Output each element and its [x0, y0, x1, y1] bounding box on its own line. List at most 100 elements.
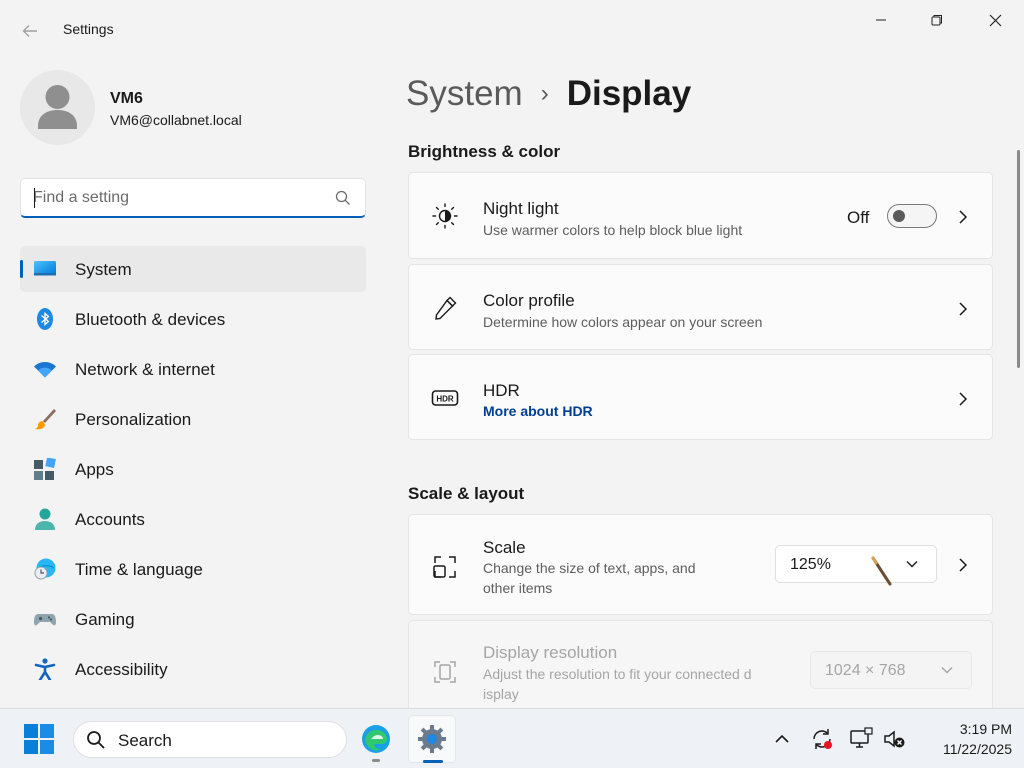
- sync-icon[interactable]: [810, 727, 834, 751]
- svg-text:HDR: HDR: [436, 395, 454, 404]
- night-light-state: Off: [847, 208, 870, 227]
- chevron-right-icon[interactable]: [956, 391, 970, 407]
- settings-search[interactable]: [20, 178, 366, 218]
- night-light-toggle[interactable]: [887, 204, 937, 228]
- close-button[interactable]: [972, 8, 1018, 32]
- scale-value: 125%: [790, 556, 831, 573]
- resolution-dropdown: 1024 × 768: [810, 651, 972, 689]
- taskbar-settings[interactable]: [408, 715, 456, 763]
- taskbar-clock[interactable]: 3:19 PM 11/22/2025: [912, 719, 1012, 759]
- chevron-right-icon[interactable]: [956, 557, 970, 573]
- paintbrush-icon: [35, 409, 56, 430]
- close-icon: [989, 14, 1001, 26]
- section-title-brightness: Brightness & color: [408, 142, 561, 161]
- chevron-up-icon[interactable]: [770, 727, 794, 751]
- hdr-title: HDR: [483, 381, 520, 400]
- chevron-right-icon[interactable]: [956, 209, 970, 225]
- user-name: VM6: [110, 90, 143, 107]
- accounts-icon: [35, 508, 55, 530]
- apps-icon: [34, 458, 56, 480]
- active-indicator: [423, 760, 443, 763]
- color-profile-card[interactable]: Color profile Determine how colors appea…: [408, 264, 993, 350]
- minimize-icon: [876, 19, 886, 21]
- sidebar-item-system[interactable]: System: [20, 246, 366, 292]
- settings-gear-icon: [418, 725, 446, 753]
- edge-browser-icon: [362, 725, 390, 753]
- sidebar-item-label: Accounts: [75, 510, 145, 529]
- brightness-icon: [432, 203, 458, 229]
- search-icon[interactable]: [335, 190, 351, 206]
- sidebar-item-label: Apps: [75, 460, 114, 479]
- breadcrumb-separator: ›: [540, 80, 549, 107]
- resolution-title: Display resolution: [483, 643, 618, 662]
- night-light-card[interactable]: Night light Use warmer colors to help bl…: [408, 172, 993, 259]
- sidebar-item-label: Network & internet: [75, 360, 215, 379]
- breadcrumb-parent[interactable]: System: [406, 74, 523, 114]
- eyedropper-icon: [435, 296, 457, 320]
- color-profile-title: Color profile: [483, 291, 575, 310]
- user-profile[interactable]: VM6 VM6@collabnet.local: [20, 70, 380, 150]
- scale-title: Scale: [483, 538, 526, 557]
- windows-start-icon[interactable]: [23, 723, 55, 755]
- sidebar-item-time-language[interactable]: Time & language: [20, 546, 366, 592]
- resolution-value: 1024 × 768: [825, 662, 906, 679]
- sidebar-item-bluetooth[interactable]: Bluetooth & devices: [20, 296, 366, 342]
- wifi-icon: [34, 362, 56, 378]
- sidebar-nav: System Bluetooth & devices Network & int…: [20, 246, 366, 696]
- restore-button[interactable]: [914, 8, 960, 32]
- breadcrumb: System › Display: [406, 72, 691, 116]
- search-icon: [87, 731, 105, 749]
- sidebar-item-network[interactable]: Network & internet: [20, 346, 366, 392]
- taskbar: Search 3:19 PM 11/22/2025: [0, 708, 1024, 768]
- bluetooth-icon: [37, 308, 53, 330]
- sidebar-item-label: Time & language: [75, 560, 203, 579]
- content-scrollbar[interactable]: [1017, 150, 1020, 368]
- resolution-card: Display resolution Adjust the resolution…: [408, 620, 993, 708]
- chevron-down-icon: [941, 667, 953, 674]
- clock-date: 11/22/2025: [942, 741, 1012, 757]
- sidebar-item-personalization[interactable]: Personalization: [20, 396, 366, 442]
- scale-subtitle-line2: other items: [483, 580, 553, 596]
- accessibility-icon: [34, 658, 56, 680]
- pointer-cursor-icon: [871, 556, 892, 586]
- hdr-more-link[interactable]: More about HDR: [483, 403, 593, 419]
- restore-icon: [931, 15, 942, 26]
- search-input[interactable]: [33, 187, 323, 209]
- clock-time: 3:19 PM: [959, 721, 1012, 737]
- gamepad-icon: [34, 614, 56, 626]
- sidebar-item-accessibility[interactable]: Accessibility: [20, 646, 366, 692]
- section-title-scale-layout: Scale & layout: [408, 484, 525, 503]
- system-monitor-icon: [34, 261, 56, 276]
- color-profile-subtitle: Determine how colors appear on your scre…: [483, 314, 763, 330]
- sidebar-item-label: Personalization: [75, 410, 192, 429]
- scale-dropdown[interactable]: 125%: [775, 545, 937, 583]
- sidebar-item-accounts[interactable]: Accounts: [20, 496, 366, 542]
- arrow-left-icon: [22, 25, 37, 37]
- page-title: Display: [566, 74, 692, 113]
- scale-subtitle-line1: Change the size of text, apps, and: [483, 560, 696, 576]
- hdr-icon: HDR: [431, 390, 459, 406]
- back-button[interactable]: [16, 18, 44, 44]
- hdr-card[interactable]: HDR HDR More about HDR: [408, 354, 993, 440]
- resolution-subtitle-line1: Adjust the resolution to fit your connec…: [483, 666, 752, 682]
- chevron-down-icon: [906, 561, 918, 568]
- network-display-icon[interactable]: [849, 727, 873, 751]
- sidebar-item-gaming[interactable]: Gaming: [20, 596, 366, 642]
- taskbar-search-label: Search: [118, 731, 172, 750]
- sidebar-item-apps[interactable]: Apps: [20, 446, 366, 492]
- volume-muted-icon[interactable]: [882, 727, 906, 751]
- minimize-button[interactable]: [858, 8, 904, 32]
- taskbar-search[interactable]: Search: [73, 721, 347, 758]
- app-title: Settings: [63, 21, 114, 37]
- globe-clock-icon: [34, 558, 56, 580]
- scale-card[interactable]: Scale Change the size of text, apps, and…: [408, 514, 993, 615]
- title-bar: Settings: [0, 0, 1024, 60]
- sidebar-item-label: Accessibility: [75, 660, 168, 679]
- night-light-subtitle: Use warmer colors to help block blue lig…: [483, 222, 743, 238]
- chevron-right-icon[interactable]: [956, 301, 970, 317]
- resolution-icon: [434, 661, 456, 683]
- night-light-title: Night light: [483, 199, 559, 218]
- taskbar-edge[interactable]: [352, 715, 400, 763]
- text-caret: [34, 188, 35, 208]
- sidebar-item-label: System: [75, 260, 132, 279]
